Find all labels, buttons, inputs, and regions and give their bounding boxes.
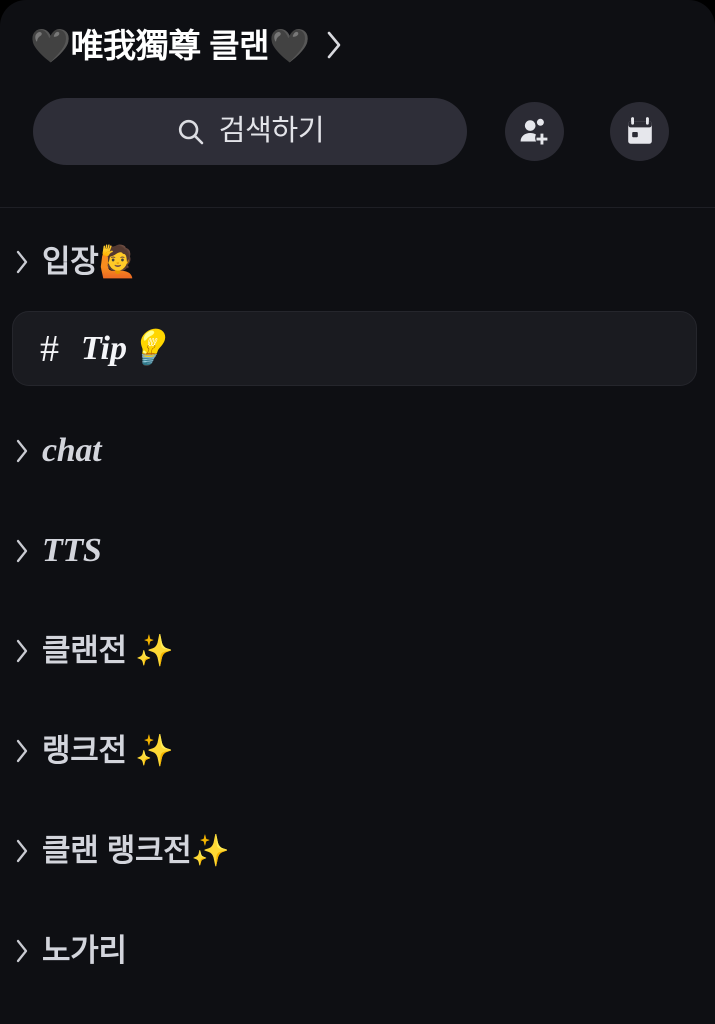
person-add-icon [518,115,552,149]
chevron-right-icon[interactable] [8,938,36,964]
page-title: 🖤唯我獨尊 클랜🖤 [30,26,310,64]
search-input[interactable]: 검색하기 [33,98,467,165]
chevron-right-icon[interactable] [8,438,36,464]
chevron-right-icon[interactable] [8,638,36,664]
invite-people-button[interactable] [505,102,564,161]
category-row-chat[interactable]: chat [0,424,715,478]
calendar-icon [624,116,656,148]
category-label: chat [42,432,102,470]
category-label: 입장🙋 [42,244,137,280]
channel-item-tip[interactable]: # Tip💡 [12,311,697,386]
chevron-right-icon[interactable] [8,838,36,864]
category-row-rank-battle[interactable]: 랭크전 ✨ [0,724,715,778]
events-button[interactable] [610,102,669,161]
category-row-nogari[interactable]: 노가리 [0,924,715,978]
server-header[interactable]: 🖤唯我獨尊 클랜🖤 [0,14,715,76]
category-label: 클랜 랭크전✨ [42,833,230,869]
search-icon [176,117,206,147]
category-row-clan-battle[interactable]: 클랜전 ✨ [0,624,715,678]
category-label: TTS [42,532,102,570]
channel-list: 입장🙋 # Tip💡 chat TTS 클랜전 ✨ 랭크전 ✨ 클랜 랭크전✨ … [0,213,715,1024]
category-row-entrance[interactable]: 입장🙋 [0,235,715,289]
category-label: 클랜전 ✨ [42,633,174,669]
chevron-right-icon[interactable] [8,538,36,564]
category-row-tts[interactable]: TTS [0,524,715,578]
search-placeholder-text: 검색하기 [218,115,325,147]
chevron-right-icon[interactable] [8,738,36,764]
category-label: 랭크전 ✨ [42,733,174,769]
category-row-clan-rank-battle[interactable]: 클랜 랭크전✨ [0,824,715,878]
chevron-right-icon[interactable] [8,249,36,275]
header-divider [0,207,715,208]
chevron-right-icon[interactable] [326,30,343,60]
server-channel-panel: 🖤唯我獨尊 클랜🖤 검색하기 입장🙋 # Tip💡 chat TTS 클랜전 ✨… [0,0,715,1024]
channel-name: Tip💡 [81,329,170,367]
hash-icon: # [40,327,59,370]
category-label: 노가리 [42,933,127,969]
search-row: 검색하기 [0,98,715,165]
